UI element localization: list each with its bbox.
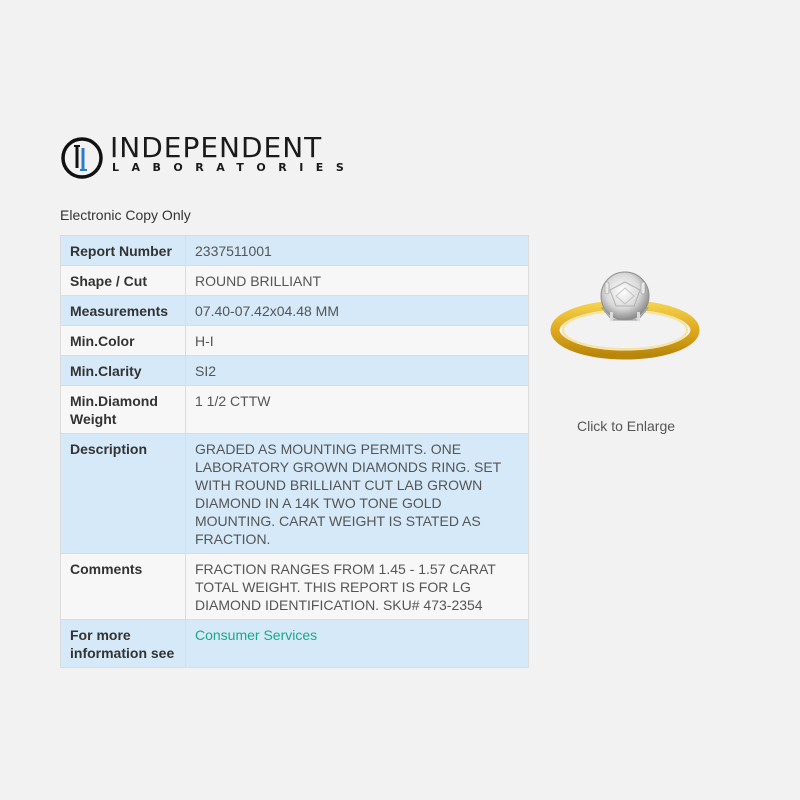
click-to-enlarge-link[interactable]: Click to Enlarge	[566, 418, 686, 434]
table-row: Measurements 07.40-07.42x04.48 MM	[60, 295, 529, 326]
il-monogram-icon	[61, 137, 103, 179]
table-row: Description GRADED AS MOUNTING PERMITS. …	[60, 433, 529, 554]
row-value: SI2	[185, 355, 529, 386]
row-label: For more information see	[60, 619, 186, 668]
row-label: Report Number	[60, 235, 186, 266]
logo-main-text: INDEPENDENT	[110, 131, 323, 164]
row-label: Shape / Cut	[60, 265, 186, 296]
row-label: Description	[60, 433, 186, 554]
row-value: FRACTION RANGES FROM 1.45 - 1.57 CARAT T…	[185, 553, 529, 620]
table-row: For more information see Consumer Servic…	[60, 619, 529, 668]
row-label: Measurements	[60, 295, 186, 326]
table-row: Comments FRACTION RANGES FROM 1.45 - 1.5…	[60, 553, 529, 620]
company-logo: INDEPENDENT LABORATORIES	[60, 134, 390, 182]
row-label: Min.Diamond Weight	[60, 385, 186, 434]
table-row: Min.Color H-I	[60, 325, 529, 356]
row-label: Comments	[60, 553, 186, 620]
row-label: Min.Clarity	[60, 355, 186, 386]
report-table: Report Number 2337511001 Shape / Cut ROU…	[60, 235, 529, 668]
ring-image[interactable]	[550, 268, 700, 368]
row-label: Min.Color	[60, 325, 186, 356]
logo-sub-text: LABORATORIES	[112, 161, 357, 174]
report-page: INDEPENDENT LABORATORIES Electronic Copy…	[0, 0, 800, 800]
row-value: 2337511001	[185, 235, 529, 266]
row-value: Consumer Services	[185, 619, 529, 668]
table-row: Shape / Cut ROUND BRILLIANT	[60, 265, 529, 296]
row-value: H-I	[185, 325, 529, 356]
row-value: GRADED AS MOUNTING PERMITS. ONE LABORATO…	[185, 433, 529, 554]
row-value: 07.40-07.42x04.48 MM	[185, 295, 529, 326]
row-value: 1 1/2 CTTW	[185, 385, 529, 434]
consumer-services-link[interactable]: Consumer Services	[195, 627, 317, 643]
table-row: Min.Diamond Weight 1 1/2 CTTW	[60, 385, 529, 434]
ring-icon	[550, 271, 700, 360]
table-row: Min.Clarity SI2	[60, 355, 529, 386]
row-value: ROUND BRILLIANT	[185, 265, 529, 296]
electronic-copy-label: Electronic Copy Only	[60, 207, 191, 223]
table-row: Report Number 2337511001	[60, 235, 529, 266]
